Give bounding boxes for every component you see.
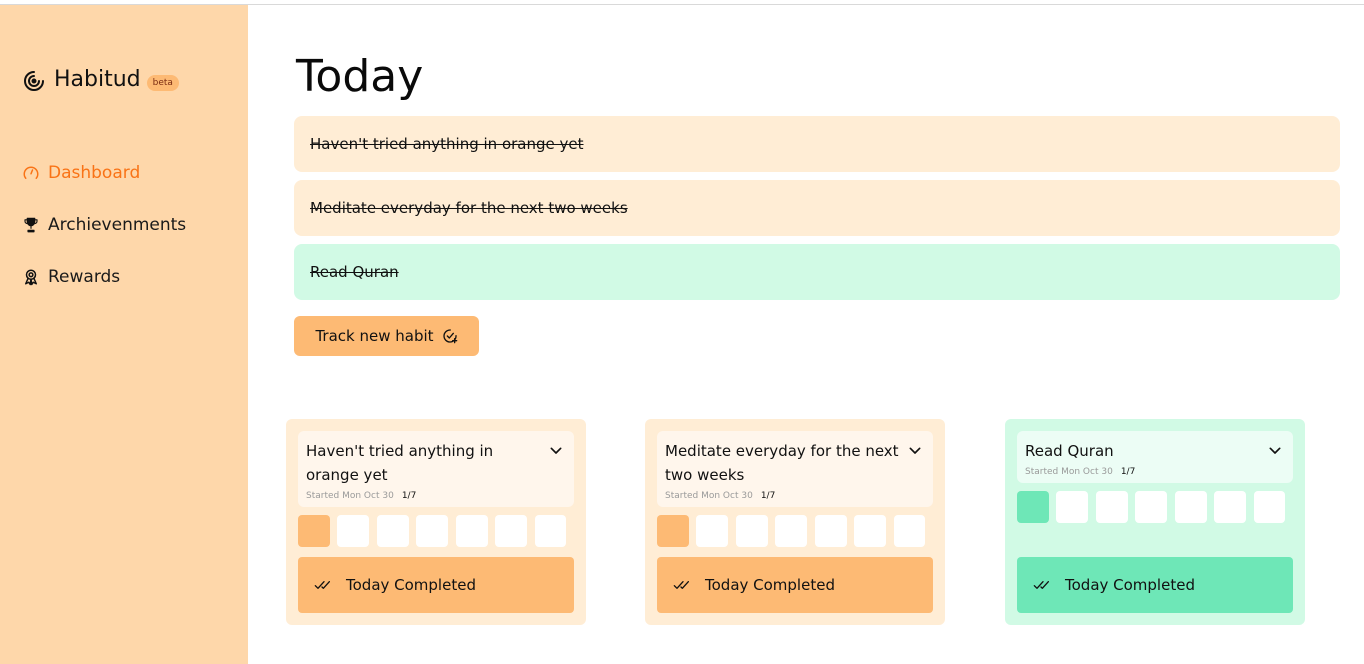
day-cell[interactable] [1095,491,1128,523]
double-check-icon [314,581,330,589]
habit-day-tracker [1017,491,1293,523]
habit-card-title: Read Quran [1025,442,1114,460]
habit-card-header: Haven't tried anything in orange yet Sta… [298,431,574,507]
sidebar-item-rewards[interactable]: Rewards [22,259,186,295]
sidebar-item-archievenments[interactable]: Archievenments [22,207,186,243]
day-cell[interactable] [893,515,926,547]
day-cell[interactable] [337,515,370,547]
today-habit-text: Meditate everyday for the next two weeks [310,199,628,217]
sidebar-nav: Dashboard Archievenments Rewards [22,155,186,311]
habit-card: Meditate everyday for the next two weeks… [645,419,945,625]
habit-card: Read Quran Started Mon Oct 30 1/7 Today … [1005,419,1305,625]
day-cell[interactable] [455,515,488,547]
beta-badge: beta [146,75,179,91]
day-cell[interactable] [1253,491,1286,523]
habit-card-title: Meditate everyday for the next two weeks [665,442,899,484]
today-habit-item[interactable]: Haven't tried anything in orange yet [294,116,1340,172]
day-cell[interactable] [1135,491,1168,523]
main-content: Today Haven't tried anything in orange y… [248,5,1364,664]
sidebar: Habitud beta Dashboard Archievenments Re… [0,5,248,664]
badge-icon [22,268,40,286]
day-cell[interactable] [495,515,527,547]
day-cell[interactable] [376,515,409,547]
day-cell[interactable] [416,515,449,547]
chevron-down-icon[interactable] [1267,443,1283,459]
track-new-habit-label: Track new habit [315,327,434,345]
today-completed-button[interactable]: Today Completed [1017,557,1293,613]
day-cell[interactable] [298,515,330,547]
habit-start-date: Started Mon Oct 30 [665,491,753,501]
habit-card-meta: Started Mon Oct 30 1/7 [665,491,925,501]
habit-start-date: Started Mon Oct 30 [1025,467,1113,477]
day-cell[interactable] [657,515,689,547]
habit-day-tracker [657,515,933,547]
today-completed-label: Today Completed [346,576,476,594]
habit-card-title: Haven't tried anything in orange yet [306,442,494,484]
habit-card-header: Read Quran Started Mon Oct 30 1/7 [1017,431,1293,483]
chevron-down-icon[interactable] [548,443,564,459]
sidebar-item-label: Dashboard [48,163,141,183]
day-cell[interactable] [735,515,768,547]
day-cell[interactable] [1214,491,1246,523]
habit-progress: 1/7 [401,491,417,501]
sidebar-item-label: Archievenments [48,215,187,235]
today-completed-button[interactable]: Today Completed [298,557,574,613]
habit-start-date: Started Mon Oct 30 [306,491,394,501]
day-cell[interactable] [1017,491,1049,523]
sidebar-item-label: Rewards [48,267,121,287]
habit-card-meta: Started Mon Oct 30 1/7 [306,491,566,501]
day-cell[interactable] [1056,491,1089,523]
brand-name: Habitud [54,66,141,92]
today-habit-item[interactable]: Meditate everyday for the next two weeks [294,180,1340,236]
day-cell[interactable] [534,515,567,547]
day-cell[interactable] [854,515,886,547]
today-habit-text: Read Quran [310,263,399,281]
double-check-icon [673,581,689,589]
gauge-icon [22,164,40,182]
day-cell[interactable] [775,515,808,547]
day-cell[interactable] [814,515,847,547]
trophy-icon [22,216,40,234]
brand[interactable]: Habitud beta [22,65,179,93]
habit-progress: 1/7 [760,491,776,501]
today-completed-button[interactable]: Today Completed [657,557,933,613]
habit-card-meta: Started Mon Oct 30 1/7 [1025,467,1285,477]
track-new-habit-button[interactable]: Track new habit [294,316,479,356]
today-habit-item[interactable]: Read Quran [294,244,1340,300]
logo-icon [24,71,44,91]
today-completed-label: Today Completed [705,576,835,594]
day-cell[interactable] [1174,491,1207,523]
habit-day-tracker [298,515,574,547]
habit-card-header: Meditate everyday for the next two weeks… [657,431,933,507]
day-cell[interactable] [696,515,729,547]
double-check-icon [1033,581,1049,589]
sidebar-item-dashboard[interactable]: Dashboard [22,155,186,191]
habit-progress: 1/7 [1120,467,1136,477]
today-habit-list: Haven't tried anything in orange yet Med… [294,116,1340,308]
chevron-down-icon[interactable] [907,443,923,459]
today-habit-text: Haven't tried anything in orange yet [310,135,584,153]
today-completed-label: Today Completed [1065,576,1195,594]
page-title: Today [296,51,424,102]
habit-card: Haven't tried anything in orange yet Sta… [286,419,586,625]
calendar-check-plus-icon [442,329,457,344]
